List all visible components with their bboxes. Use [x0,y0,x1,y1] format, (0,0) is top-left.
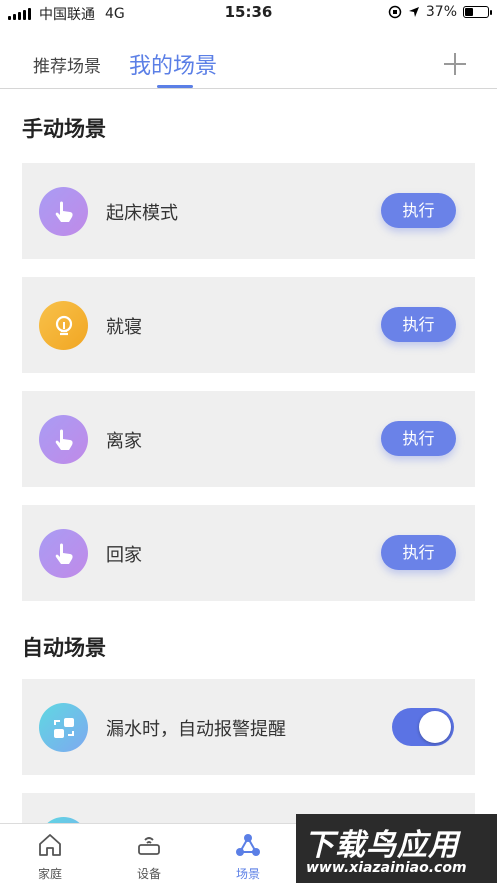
tab-label: 场景 [235,867,260,881]
hand-tap-icon [39,529,88,578]
auto-section-title: 自动场景 [22,636,106,660]
tab-label: 设备 [136,867,161,881]
toggle-knob [419,711,451,743]
scene-tabs: 推荐场景 我的场景 [0,40,497,89]
tab-home[interactable]: 家庭 [20,832,80,882]
manual-section-title: 手动场景 [22,117,106,141]
tab-my-scenes[interactable]: 我的场景 [129,48,217,80]
home-icon [39,834,61,856]
scene-name: 离家 [106,431,142,452]
scene-name: 就寝 [106,317,142,338]
scene-name: 起床模式 [106,203,178,224]
battery-icon [463,6,492,18]
status-bar: 中国联通 4G 15:36 37% [0,0,497,26]
automation-icon [39,703,88,752]
active-tab-indicator [157,85,193,88]
battery-percent: 37% [425,4,457,20]
hand-tap-icon [39,187,88,236]
tab-devices[interactable]: 设备 [119,832,179,882]
location-icon [408,7,419,17]
execute-button[interactable]: 执行 [381,535,456,570]
watermark-title: 下载鸟应用 [304,828,459,863]
scene-card-come-home[interactable]: 回家 执行 [22,505,475,601]
add-scene-icon[interactable] [441,50,469,78]
scene-card-sleep[interactable]: 就寝 执行 [22,277,475,373]
orientation-lock-icon [388,5,402,19]
execute-button[interactable]: 执行 [381,421,456,456]
watermark-logo: 下载鸟应用 www.xiazainiao.com [296,814,497,883]
watermark-url: www.xiazainiao.com [306,860,467,876]
lightbulb-icon [39,301,88,350]
status-right: 37% [388,4,492,20]
execute-button[interactable]: 执行 [381,307,456,342]
router-icon [138,837,160,855]
auto-scene-card-leak-alarm[interactable]: 漏水时，自动报警提醒 [22,679,475,775]
enable-toggle[interactable] [392,708,454,746]
hand-tap-icon [39,415,88,464]
scene-name: 漏水时，自动报警提醒 [106,719,286,740]
tab-label: 家庭 [37,867,62,881]
scene-nodes-icon [236,834,260,856]
scene-card-leave-home[interactable]: 离家 执行 [22,391,475,487]
execute-button[interactable]: 执行 [381,193,456,228]
scene-card-wakeup[interactable]: 起床模式 执行 [22,163,475,259]
scene-name: 回家 [106,545,142,566]
tab-scenes[interactable]: 场景 [218,832,278,882]
tab-recommended[interactable]: 推荐场景 [33,52,101,77]
